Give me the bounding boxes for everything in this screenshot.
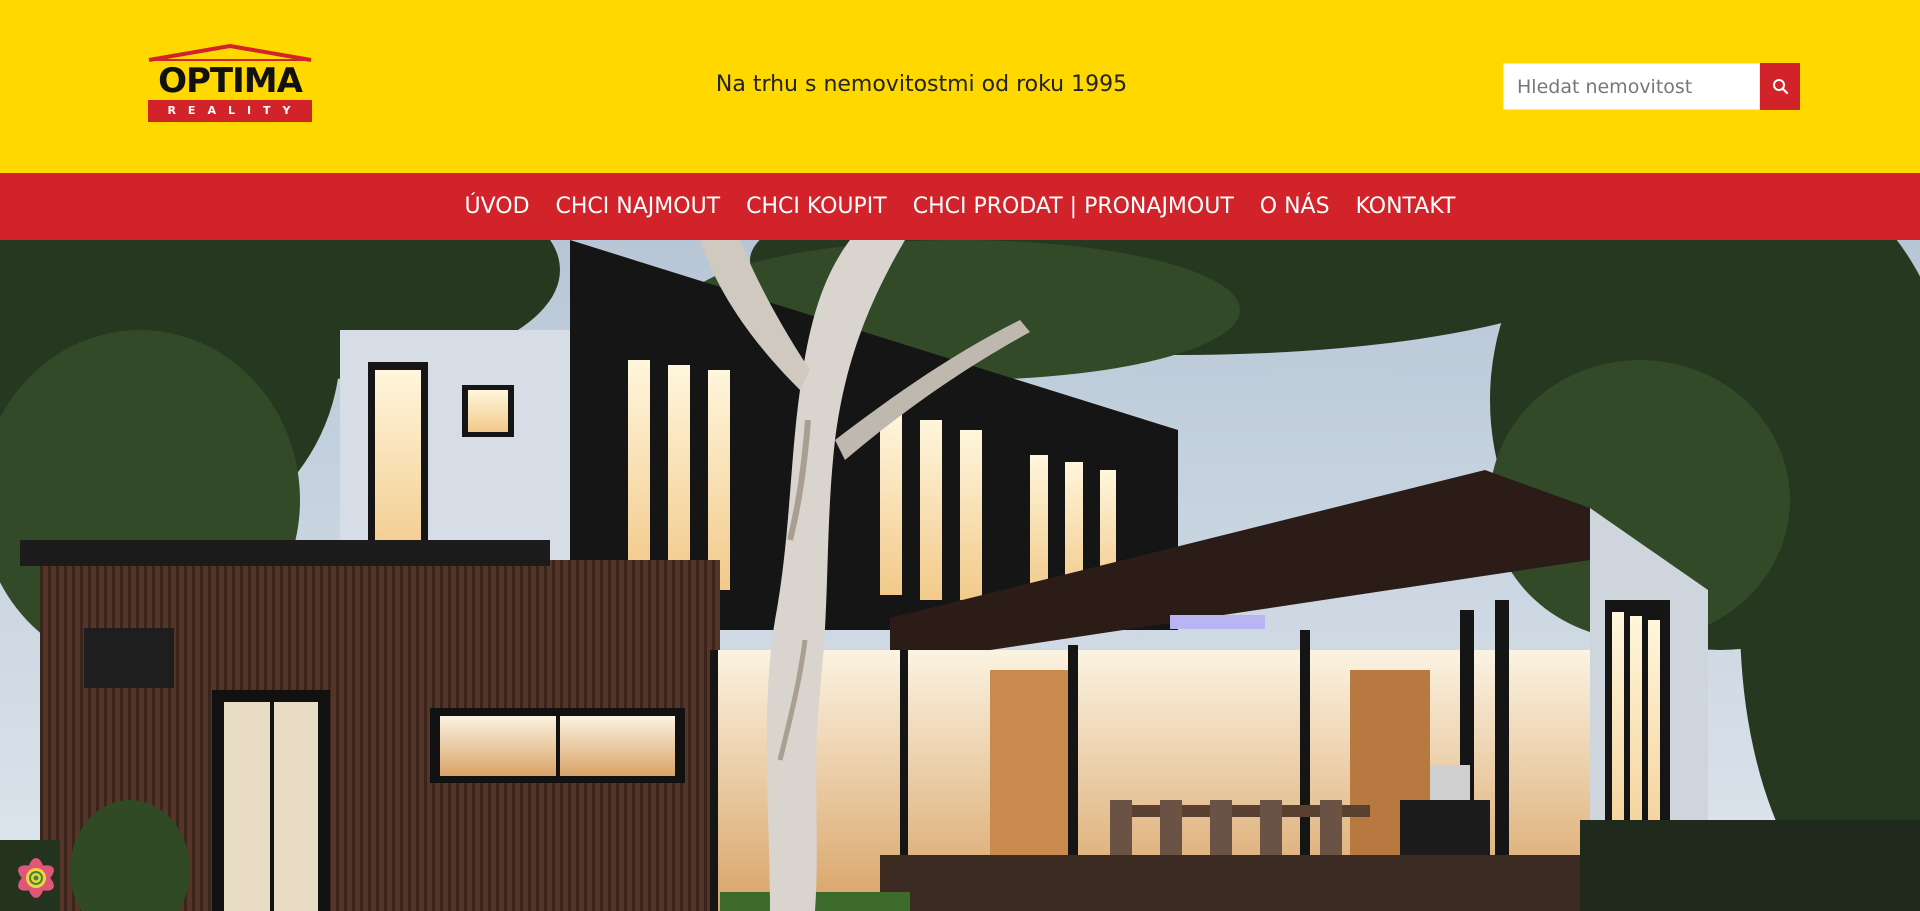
nav-item-chci-koupit[interactable]: CHCI KOUPIT <box>746 194 887 219</box>
search-input[interactable] <box>1503 63 1760 110</box>
nav-item-o-nas[interactable]: O NÁS <box>1260 194 1330 219</box>
search-button[interactable] <box>1760 63 1800 110</box>
nav-item-chci-prodat[interactable]: CHCI PRODAT | PRONAJMOUT <box>913 194 1234 219</box>
nav-item-chci-najmout[interactable]: CHCI NAJMOUT <box>556 194 721 219</box>
floating-widget-button[interactable] <box>8 850 64 906</box>
site-header: OPTIMA REALITY Na trhu s nemovitostmi od… <box>0 0 1920 173</box>
flower-badge-icon <box>18 858 54 898</box>
search-icon <box>1772 79 1788 95</box>
hero-banner <box>0 240 1920 911</box>
modern-house-photo <box>0 240 1920 911</box>
nav-item-uvod[interactable]: ÚVOD <box>465 194 530 219</box>
nav-item-kontakt[interactable]: KONTAKT <box>1356 194 1456 219</box>
logo-subtitle: REALITY <box>148 100 312 122</box>
main-navigation: ÚVOD CHCI NAJMOUT CHCI KOUPIT CHCI PRODA… <box>0 173 1920 240</box>
